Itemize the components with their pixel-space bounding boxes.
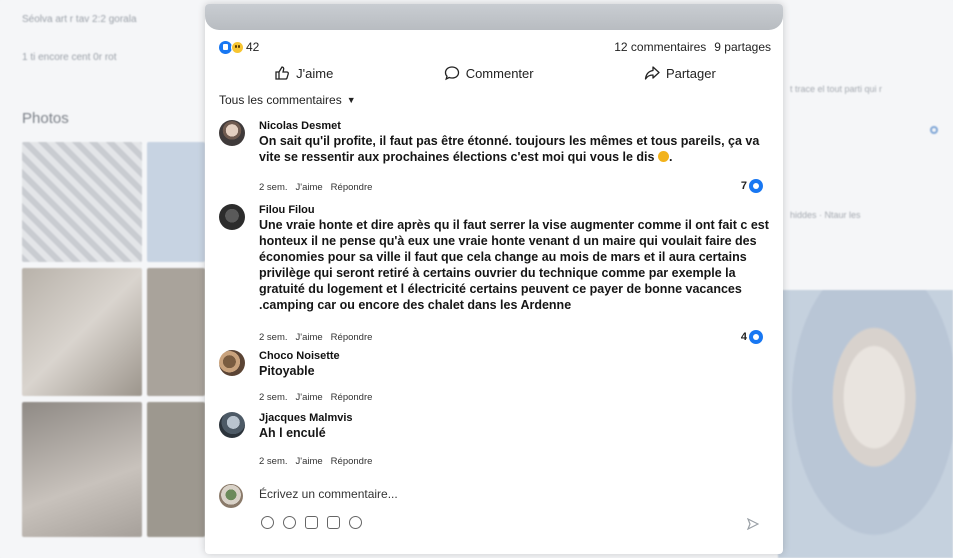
camera-icon[interactable] (305, 516, 318, 529)
post-counts: 12 commentaires 9 partages (614, 40, 771, 54)
emoji-icon (657, 151, 669, 162)
background-photo (22, 268, 142, 396)
comments-sort-dropdown[interactable]: Tous les commentaires ▼ (219, 93, 356, 107)
reaction-count: 42 (246, 40, 260, 54)
comment-author[interactable]: Nicolas Desmet (259, 120, 771, 133)
comment-input[interactable]: Écrivez un commentaire... (259, 487, 398, 501)
comment-reply-button[interactable]: Répondre (331, 456, 373, 467)
avatar (219, 484, 243, 508)
share-arrow-icon (644, 66, 660, 80)
background-photo (147, 402, 205, 537)
comment-body: Filou Filou Une vraie honte et dire aprè… (259, 204, 771, 313)
gif-icon[interactable] (327, 516, 340, 529)
comment-body: Choco Noisette Pitoyable (259, 350, 771, 379)
shares-count-link[interactable]: 9 partages (714, 40, 771, 54)
comment-item: Nicolas Desmet On sait qu'il profite, il… (219, 120, 771, 196)
share-button-label: Partager (665, 65, 716, 81)
comment-reply-button[interactable]: Répondre (331, 182, 373, 193)
comment-reply-button[interactable]: Répondre (331, 332, 373, 343)
share-button[interactable]: Partager (644, 65, 716, 81)
comment-composer: Écrivez un commentaire... (219, 484, 771, 544)
background-photo (22, 402, 142, 537)
background-text-line: Séolva art r tav 2:2 gorala (22, 14, 137, 25)
comment-text-content: On sait qu'il profite, il faut pas être … (259, 134, 760, 164)
like-button-label: J'aime (296, 65, 334, 81)
comment-reaction-number: 7 (740, 180, 747, 192)
post-actions-bar: J'aime Commenter Partager (219, 60, 771, 86)
comment-button[interactable]: Commenter (444, 65, 534, 81)
post-image-edge (205, 4, 783, 30)
background-portrait-photo (778, 290, 953, 558)
comment-like-button[interactable]: J'aime (296, 392, 323, 403)
post-comments-dialog: 42 12 commentaires 9 partages J'aime Com… (205, 4, 783, 554)
chevron-down-icon: ▼ (346, 95, 356, 105)
avatar[interactable] (219, 120, 245, 146)
comment-reaction-number: 4 (740, 331, 747, 343)
sticker-icon[interactable] (349, 516, 362, 529)
wow-reaction-icon (231, 40, 244, 54)
comment-author[interactable]: Choco Noisette (259, 350, 771, 363)
comments-sort-label: Tous les commentaires (219, 93, 342, 107)
avatar-sticker-icon[interactable] (261, 516, 274, 529)
comment-body: Nicolas Desmet On sait qu'il profite, il… (259, 120, 771, 165)
comment-body: Jjacques Malmvis Ah l enculé (259, 412, 771, 441)
comment-reply-button[interactable]: Répondre (331, 392, 373, 403)
background-dot-icon (930, 126, 938, 134)
comment-time[interactable]: 2 sem. (259, 332, 288, 343)
send-icon[interactable] (747, 518, 759, 530)
like-reaction-icon (749, 330, 763, 344)
comment-item: Choco Noisette Pitoyable 2 sem. J'aime R… (219, 350, 771, 406)
background-photo (147, 268, 205, 396)
thumbs-up-icon (275, 66, 290, 80)
reactions-summary[interactable]: 42 (219, 40, 259, 54)
background-photo (22, 142, 142, 262)
comment-item: Jjacques Malmvis Ah l enculé 2 sem. J'ai… (219, 412, 771, 472)
comment-like-button[interactable]: J'aime (296, 182, 323, 193)
composer-toolbar (261, 516, 362, 529)
comment-bubble-icon (444, 66, 459, 81)
background-photo (147, 142, 205, 262)
comments-count-link[interactable]: 12 commentaires (614, 40, 706, 54)
comment-time[interactable]: 2 sem. (259, 182, 288, 193)
comment-author[interactable]: Filou Filou (259, 204, 771, 217)
background-text-line: hiddes · Ntaur les (790, 210, 861, 220)
background-text-line: t trace el tout parti qui r (790, 84, 883, 94)
comment-text: Ah l enculé (259, 426, 326, 440)
avatar[interactable] (219, 350, 245, 376)
like-reaction-icon (749, 179, 763, 193)
comment-time[interactable]: 2 sem. (259, 456, 288, 467)
comment-meta: 2 sem. J'aime Répondre (259, 332, 372, 343)
like-button[interactable]: J'aime (274, 65, 333, 81)
comment-button-label: Commenter (465, 65, 534, 81)
emoji-icon[interactable] (283, 516, 296, 529)
background-text-line: 1 ti encore cent 0r rot (22, 52, 117, 63)
post-stats-row: 42 12 commentaires 9 partages (219, 38, 771, 56)
comment-text: Une vraie honte et dire après qu il faut… (259, 218, 769, 312)
comment-item: Filou Filou Une vraie honte et dire aprè… (219, 204, 771, 344)
comment-like-button[interactable]: J'aime (296, 456, 323, 467)
comment-time[interactable]: 2 sem. (259, 392, 288, 403)
comment-text: Pitoyable (259, 364, 315, 378)
background-photos-title: Photos (22, 110, 69, 127)
comment-like-button[interactable]: J'aime (296, 332, 323, 343)
avatar[interactable] (219, 412, 245, 438)
comment-meta: 2 sem. J'aime Répondre (259, 392, 372, 403)
comment-author[interactable]: Jjacques Malmvis (259, 412, 771, 425)
comment-meta: 2 sem. J'aime Répondre (259, 182, 372, 193)
comment-reaction-count[interactable]: 7 (741, 179, 763, 193)
comment-reaction-count[interactable]: 4 (741, 330, 763, 344)
avatar[interactable] (219, 204, 245, 230)
comment-text: On sait qu'il profite, il faut pas être … (259, 134, 760, 164)
comment-meta: 2 sem. J'aime Répondre (259, 456, 372, 467)
